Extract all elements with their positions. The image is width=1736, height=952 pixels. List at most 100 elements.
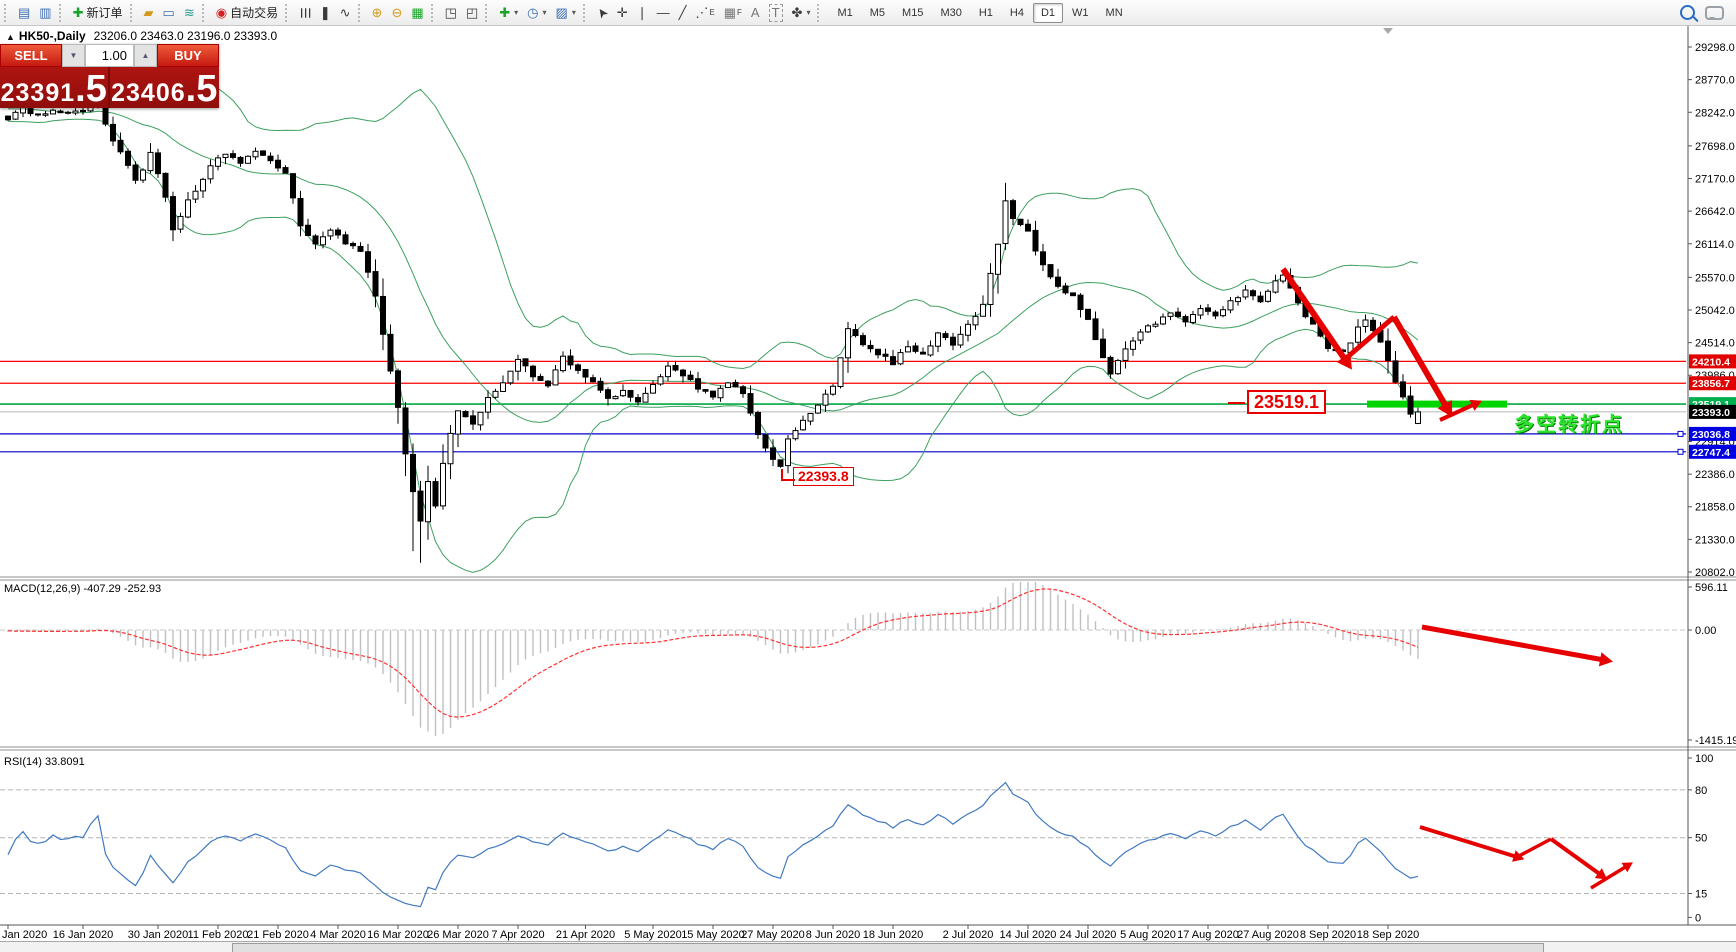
volume-input[interactable]: 1.00 (85, 44, 134, 67)
volume-decrease-button[interactable]: ▼ (62, 44, 85, 67)
main-chart-panel (0, 66, 1686, 573)
timeframe-mn[interactable]: MN (1098, 3, 1131, 23)
timeframe-m5[interactable]: M5 (862, 3, 893, 23)
styles-icon[interactable]: ▰ (140, 4, 158, 22)
date-axis-label: 16 Jan 2020 (53, 929, 114, 941)
timeframe-w1[interactable]: W1 (1064, 3, 1097, 23)
timeframe-m30[interactable]: M30 (932, 3, 969, 23)
chart-ohlc: 23206.0 23463.0 23196.0 23393.0 (93, 29, 278, 43)
horizontal-scrollbar[interactable] (0, 941, 1736, 952)
profiles-caret-icon[interactable]: ▾ (543, 4, 547, 22)
chart-shift-icon: ◰ (465, 4, 479, 20)
new-chart-icon: ✚ (499, 4, 511, 20)
zoom-out-icon[interactable]: ⊖ (387, 4, 406, 22)
sell-button[interactable]: SELL (0, 44, 62, 67)
fibonacci-sub-label: E (709, 7, 715, 17)
price-axis-tick: 27698.0 (1695, 141, 1735, 153)
vertical-line-icon: ❘ (636, 4, 648, 20)
turning-point-note[interactable]: 多空转折点 (1514, 408, 1624, 437)
horizontal-line-icon[interactable]: ― (653, 4, 674, 22)
candlestick-mode-icon[interactable]: ❚ (316, 4, 335, 22)
profiles-icon: ◷ (527, 4, 539, 20)
arrows-tool-icon[interactable]: ✤ ▾ (788, 3, 815, 23)
templates-icon[interactable]: ▨ ▾ (552, 3, 580, 23)
text-icon[interactable]: A (747, 4, 764, 22)
date-axis-label: 11 Feb 2020 (188, 929, 249, 941)
timeframe-m1[interactable]: M1 (829, 3, 860, 23)
level-label-dash (1228, 402, 1245, 404)
collapse-panel-icon[interactable]: ▲ (6, 32, 15, 42)
buy-button[interactable]: BUY (157, 44, 219, 67)
auto-trading-button[interactable]: ◉ 自动交易 (212, 3, 282, 23)
profiles-icon[interactable]: ◷ ▾ (523, 3, 550, 23)
bar-chart-mode-icon[interactable]: ☰ (295, 4, 315, 22)
macd-scale-tick: 596.11 (1695, 582, 1728, 594)
rsi-line (7, 781, 1419, 908)
arrows-tool-caret-icon[interactable]: ▾ (806, 4, 810, 22)
line-chart-mode-icon: ∿ (339, 4, 351, 20)
line-chart-mode-icon[interactable]: ∿ (336, 4, 355, 22)
new-order-button[interactable]: ✚ 新订单 (69, 3, 127, 23)
crosshair-icon[interactable]: ✛ (613, 4, 632, 22)
chart-shift-marker[interactable] (1383, 28, 1393, 34)
signals-icon[interactable]: ≋ (180, 4, 199, 22)
toolbar-right-group (1680, 5, 1734, 20)
trend-arrow-head (1598, 652, 1613, 667)
chat-icon[interactable] (1705, 5, 1724, 20)
scrollbar-thumb[interactable] (232, 943, 1544, 952)
price-tag-value: 22747.4 (1692, 447, 1730, 459)
trend-arrow[interactable] (1419, 825, 1518, 859)
tile-windows-icon[interactable]: ▦ (407, 4, 427, 22)
fibonacci-icon[interactable]: ⋰ E (691, 3, 718, 23)
rsi-scale-tick: 0 (1695, 912, 1701, 924)
search-icon[interactable] (1680, 5, 1695, 20)
text-label-icon[interactable]: T (765, 3, 787, 23)
timeframe-m15[interactable]: M15 (894, 3, 931, 23)
new-order-icon: ✚ (72, 4, 84, 20)
market-watch-icon[interactable]: ▤ (14, 4, 34, 22)
timeframe-h4[interactable]: H4 (1002, 3, 1032, 23)
one-click-trading-panel: SELL ▼ 1.00 ▲ BUY 23391.5 23406.5 (0, 44, 219, 108)
sell-price-int: 23391 (0, 79, 76, 107)
grid-icon[interactable]: ▦ F (720, 3, 746, 23)
low-price-label[interactable]: 22393.8 (793, 467, 854, 486)
timeframe-toolbar: M1 M5 M15 M30 H1 H4 D1 W1 MN (829, 2, 1131, 23)
trend-arrow[interactable] (1549, 837, 1603, 877)
volume-increase-button[interactable]: ▲ (134, 44, 157, 67)
vertical-line-icon[interactable]: ❘ (633, 4, 652, 22)
data-window-icon[interactable]: ▥ (35, 4, 55, 22)
templates-caret-icon[interactable]: ▾ (572, 4, 576, 22)
bar-chart-mode-icon: ☰ (297, 6, 313, 19)
grid-sub-label: F (737, 7, 742, 17)
arrows-tool-icon: ✤ (791, 4, 803, 20)
trend-arrow[interactable] (1280, 267, 1349, 363)
sell-price[interactable]: 23391.5 (0, 67, 110, 108)
trend-arrow[interactable] (1421, 624, 1605, 663)
price-tag-value: 23856.7 (1692, 378, 1730, 390)
toolbar-separator (817, 3, 824, 22)
zoom-in-icon[interactable]: ⊕ (368, 4, 387, 22)
auto-scroll-icon[interactable]: ◳ (441, 4, 461, 22)
green-support-bar[interactable] (1367, 400, 1507, 408)
metaeditor-icon[interactable]: ▭ (159, 4, 179, 22)
timeframe-d1[interactable]: D1 (1032, 2, 1064, 23)
trend-arrow[interactable] (1516, 837, 1552, 859)
new-chart-icon[interactable]: ✚ ▾ (495, 3, 522, 23)
cursor-icon[interactable]: ➤ (593, 4, 612, 22)
buy-price[interactable]: 23406.5 (110, 67, 220, 108)
level-price-label[interactable]: 23519.1 (1247, 390, 1327, 414)
line-handle[interactable] (1677, 448, 1684, 455)
new-chart-caret-icon[interactable]: ▾ (514, 4, 518, 22)
zoom-out-icon: ⊖ (391, 4, 403, 20)
timeframe-h1[interactable]: H1 (971, 3, 1001, 23)
date-axis-label: 17 Aug 2020 (1177, 929, 1239, 941)
grid-icon: ▦ (723, 4, 737, 20)
chart-shift-icon[interactable]: ◰ (462, 4, 482, 22)
line-handle[interactable] (1677, 430, 1684, 437)
date-axis-label: 18 Sep 2020 (1357, 929, 1419, 941)
chart-surface[interactable]: 29298.0 28770.0 28242.0 27698.0 27170.0 26642… (0, 26, 1736, 952)
price-axis-tick: 26114.0 (1695, 239, 1734, 251)
price-tag-value: 23036.8 (1692, 429, 1730, 441)
trendline-icon[interactable]: ╱ (675, 4, 691, 22)
date-axis-label: 8 Jun 2020 (806, 929, 860, 941)
